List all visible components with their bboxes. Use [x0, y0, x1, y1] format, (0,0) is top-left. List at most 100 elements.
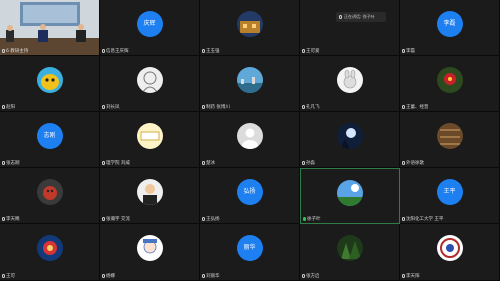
- participant-name: 楚冰: [206, 161, 215, 166]
- participant-name: 王蕾、经晋: [406, 105, 429, 110]
- mic-icon: [2, 274, 5, 278]
- mic-icon: [402, 161, 405, 165]
- participant-name-bar: 张志刚: [2, 160, 20, 166]
- moon-tree-icon: [336, 123, 363, 149]
- forest-icon: [336, 235, 363, 261]
- avatar: 丽华: [236, 235, 263, 261]
- participant-name: 王可: [6, 274, 15, 279]
- participant-tile[interactable]: 弘扬王弘扬: [200, 168, 300, 224]
- participant-name-bar: 沈阳化工大学 王平: [402, 216, 443, 222]
- sky-tree-icon: [337, 180, 363, 206]
- bookshelf-icon: [436, 123, 463, 149]
- participant-tile[interactable]: 张瀚宇 交流: [100, 168, 200, 224]
- participant-name: 王弘扬: [206, 217, 220, 222]
- participant-name: 张方启: [306, 274, 320, 279]
- mic-icon: [402, 105, 405, 109]
- participant-tile[interactable]: 王玉强: [200, 0, 300, 56]
- mic-icon: [202, 49, 205, 53]
- man-photo-icon: [136, 179, 163, 205]
- participant-name-bar: 张瀚宇 交流: [102, 216, 130, 222]
- participant-tile[interactable]: 丽华刘丽华: [200, 224, 300, 281]
- participant-tile[interactable]: 楚冰: [200, 112, 300, 168]
- mic-icon: [2, 161, 5, 165]
- participant-tile[interactable]: 外语徐歌: [400, 112, 500, 168]
- participant-name-bar: 外语徐歌: [402, 160, 424, 166]
- avatar: 志刚: [36, 123, 63, 149]
- mic-icon: [339, 15, 342, 19]
- mic-icon: [102, 105, 105, 109]
- participant-tile[interactable]: 刘长凤: [100, 56, 200, 112]
- participant-name: 李天阳: [406, 274, 420, 279]
- participant-name-bar: 李磊: [402, 48, 415, 54]
- participant-tile[interactable]: 李天赐: [0, 168, 100, 224]
- participant-name-bar: 王可爱: [302, 48, 320, 54]
- participant-tile[interactable]: 王蕾、经晋: [400, 56, 500, 112]
- participant-name: 徐子叶: [307, 217, 321, 222]
- participant-name-bar: 楚冰: [202, 160, 215, 166]
- mic-icon: [302, 161, 305, 165]
- sketch-girl-icon: [136, 67, 163, 93]
- participant-tile[interactable]: 理学院 刘威: [100, 112, 200, 168]
- participant-tile[interactable]: 王平 沈阳化工大学 王平: [400, 168, 500, 224]
- participant-tile[interactable]: 王可爱: [300, 0, 400, 56]
- mic-icon: [202, 217, 205, 221]
- participant-name: 孙淼: [306, 161, 315, 166]
- participant-tile[interactable]: 杨娜: [100, 224, 200, 281]
- participant-tile[interactable]: 6 教研主持: [0, 0, 100, 56]
- participant-name: 杨娜: [106, 274, 115, 279]
- participant-tile[interactable]: 李天阳: [400, 224, 500, 281]
- sign-board-icon: [136, 123, 163, 149]
- participant-name: 张志刚: [6, 161, 20, 166]
- participant-name: 理学院 刘威: [106, 161, 130, 166]
- participant-tile[interactable]: 志刚张志刚: [0, 112, 100, 168]
- mic-icon: [2, 49, 5, 53]
- video-feed: [0, 0, 99, 55]
- participant-name: 李磊: [406, 49, 415, 54]
- participant-name-bar: 王弘扬: [202, 216, 220, 222]
- red-flower-icon: [436, 67, 463, 93]
- participant-name-bar: 王可: [2, 273, 15, 279]
- participant-tile[interactable]: 张方启: [300, 224, 400, 281]
- participant-tile[interactable]: 徐子叶: [300, 168, 400, 224]
- participant-name-bar: 孙淼: [302, 160, 315, 166]
- mic-icon: [402, 274, 405, 278]
- participant-name: 外语徐歌: [406, 161, 424, 166]
- participant-name: 王玉强: [206, 49, 220, 54]
- participant-name-bar: 赵阳: [2, 104, 15, 110]
- participant-name-bar: 李天赐: [2, 216, 20, 222]
- participant-name: 刘长凤: [106, 105, 120, 110]
- building-photo-icon: [236, 11, 263, 37]
- participant-name-bar: 李天阳: [402, 273, 420, 279]
- participant-name-bar: 信息王庆辉: [102, 48, 129, 54]
- mic-icon: [202, 161, 205, 165]
- mic-icon: [303, 217, 306, 221]
- avatar: 庆辉: [136, 11, 163, 37]
- participant-name-bar: 制药 张博川: [202, 104, 230, 110]
- participant-name-bar: 刘长凤: [102, 104, 120, 110]
- mic-icon: [102, 274, 105, 278]
- participant-name: 刘丽华: [206, 274, 220, 279]
- dog-photo-icon: [36, 179, 63, 205]
- participant-tile[interactable]: 庆辉信息王庆辉: [100, 0, 200, 56]
- participant-name: 孔凡飞: [306, 105, 320, 110]
- participant-name-bar: 理学院 刘威: [102, 160, 130, 166]
- participant-tile[interactable]: 王可: [0, 224, 100, 281]
- participant-name-bar: 刘丽华: [202, 273, 220, 279]
- mic-icon: [402, 217, 405, 221]
- participant-name: 赵阳: [6, 105, 15, 110]
- participant-tile[interactable]: 赵阳: [0, 56, 100, 112]
- participant-tile[interactable]: 制药 张博川: [200, 56, 300, 112]
- participant-name: 沈阳化工大学 王平: [406, 217, 444, 222]
- avatar: 弘扬: [236, 179, 263, 205]
- mic-icon: [102, 217, 105, 221]
- participant-tile[interactable]: 李磊 李磊: [400, 0, 500, 56]
- speaker-toast: 正在讲话: 徐子叶: [336, 12, 386, 22]
- participant-tile[interactable]: 孔凡飞: [300, 56, 400, 112]
- hero-photo-icon: [36, 235, 63, 261]
- mic-icon: [202, 274, 205, 278]
- mic-icon: [202, 105, 205, 109]
- participant-name-bar: 杨娜: [102, 273, 115, 279]
- participant-tile[interactable]: 孙淼: [300, 112, 400, 168]
- participant-name-bar: 王玉强: [202, 48, 220, 54]
- mic-icon: [102, 49, 105, 53]
